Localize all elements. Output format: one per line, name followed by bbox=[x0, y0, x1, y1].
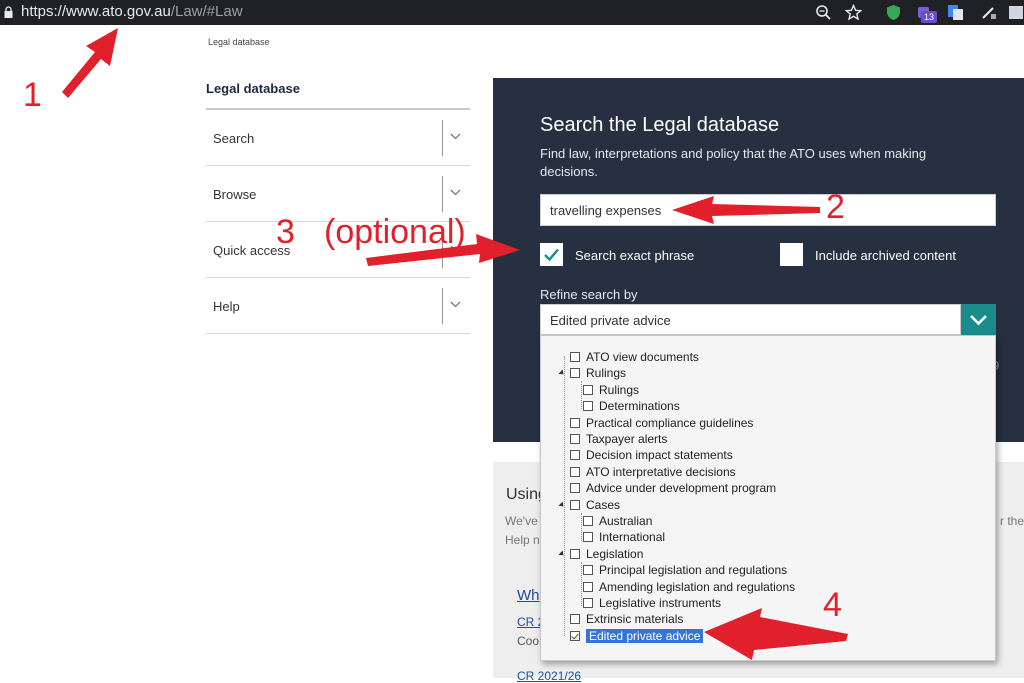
step-3-note: (optional) bbox=[324, 213, 466, 251]
arrow-2 bbox=[672, 196, 820, 224]
step-3-label: 3 bbox=[276, 213, 295, 251]
arrow-1 bbox=[62, 28, 118, 98]
step-1-label: 1 bbox=[23, 76, 42, 114]
step-4-label: 4 bbox=[823, 586, 842, 624]
step-2-label: 2 bbox=[826, 188, 845, 226]
annotation-overlay bbox=[62, 28, 848, 660]
